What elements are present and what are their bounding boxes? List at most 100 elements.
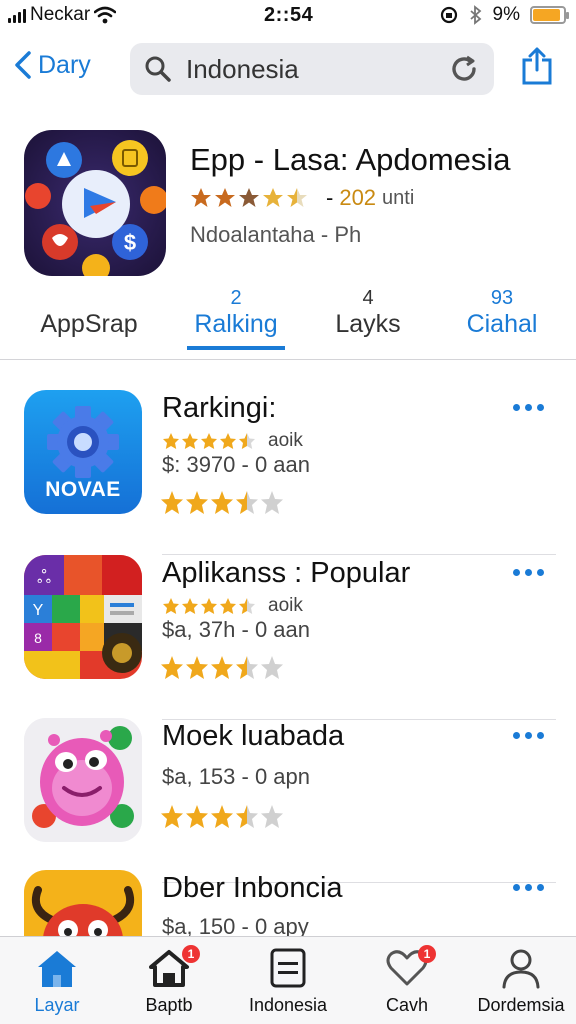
- app-big-rating: [160, 804, 288, 835]
- small-stars-icon: [163, 598, 255, 614]
- big-stars-icon: [161, 805, 283, 828]
- list-item[interactable]: Moek luabada $a, 153 - 0 apn: [0, 718, 576, 883]
- small-rating-label: aoik: [268, 595, 303, 616]
- tabbar-item-indonesia[interactable]: Indonesia: [233, 945, 343, 1016]
- tab-label: Ralking: [194, 310, 278, 338]
- svg-text:Y: Y: [33, 602, 44, 619]
- tabbar-item-dordemsia[interactable]: Dordemsia: [466, 945, 576, 1016]
- app-icon: ஃ Y 8: [24, 555, 142, 679]
- battery-fill: [533, 9, 560, 21]
- app-title: Aplikanss : Popular: [162, 557, 411, 589]
- tab-ralking[interactable]: 2 Ralking: [187, 287, 285, 350]
- more-options-icon[interactable]: [513, 569, 544, 576]
- tabbar-item-layar[interactable]: Layar: [2, 945, 112, 1016]
- tabbar-item-baptb[interactable]: 1 Baptb: [114, 945, 224, 1016]
- small-stars-icon: [163, 433, 255, 449]
- carrier-name: Neckar: [30, 4, 91, 25]
- notification-badge: 1: [182, 945, 200, 963]
- more-options-icon[interactable]: [513, 732, 544, 739]
- tab-number: 93: [490, 287, 514, 309]
- bluetooth-icon: [469, 5, 481, 25]
- search-icon: [145, 56, 171, 82]
- list-item[interactable]: ஃ Y 8 Aplikanss : Popular aoik $a, 37h -…: [0, 555, 576, 720]
- app-small-rating: aoik: [162, 430, 303, 452]
- app-price: $: 3970 - 0 aan: [162, 452, 311, 477]
- battery-icon: [530, 6, 569, 24]
- signal-icon: [8, 7, 26, 23]
- rating-count: 202: [339, 185, 377, 210]
- home-icon: [38, 951, 76, 987]
- tab-appsrap[interactable]: AppSrap: [36, 288, 142, 338]
- small-rating-label: aoik: [268, 430, 303, 451]
- tab-label: AppSrap: [40, 310, 138, 338]
- app-icon-label: NOVAE: [45, 478, 121, 501]
- more-options-icon[interactable]: [513, 404, 544, 411]
- multicolor-app-icon: $: [24, 130, 166, 276]
- share-icon[interactable]: [520, 46, 554, 86]
- tab-ciahal[interactable]: 93 Ciahal: [456, 288, 548, 338]
- tabbar-label: Indonesia: [248, 995, 328, 1015]
- chevron-left-icon: [15, 51, 31, 79]
- app-icon: NOVAE: [24, 390, 142, 514]
- star-rating-icon: [191, 188, 307, 207]
- app-icon: [24, 870, 142, 936]
- more-options-icon[interactable]: [513, 884, 544, 891]
- tabbar-label: Baptb: [145, 995, 193, 1015]
- status-bar: Neckar 2::54 9%: [0, 0, 576, 34]
- app-title: Moek luabada: [162, 720, 345, 752]
- notification-badge: 1: [418, 945, 436, 963]
- document-list-icon: [270, 948, 306, 988]
- tab-number: [36, 288, 142, 308]
- back-button[interactable]: Dary: [14, 50, 91, 80]
- status-left: Neckar: [8, 4, 117, 26]
- app-title: Rarkingi:: [162, 392, 277, 424]
- back-label: Dary: [38, 50, 91, 79]
- featured-app-title: Epp - Lasa: Apdomesia: [190, 142, 511, 177]
- rating-stars: [190, 187, 320, 209]
- tabbar-label: Dordemsia: [477, 995, 565, 1015]
- colorful-grid-app-icon: ஃ Y 8: [24, 555, 142, 679]
- orientation-lock-icon: [440, 6, 457, 24]
- app-big-rating: [160, 490, 288, 521]
- search-input[interactable]: Indonesia: [186, 54, 448, 85]
- tab-label: Layks: [335, 310, 401, 338]
- tab-label: Ciahal: [466, 310, 538, 338]
- featured-app-icon[interactable]: $: [24, 130, 166, 276]
- svg-text:ஃ: ஃ: [37, 567, 51, 587]
- status-time: 2::54: [264, 4, 314, 26]
- wifi-icon: [94, 6, 117, 24]
- featured-app-subtitle: Ndoalantaha - Ph: [190, 222, 362, 247]
- big-stars-icon: [161, 491, 283, 514]
- segmented-tabs: AppSrap 2 Ralking 4 Layks 93 Ciahal: [0, 288, 576, 360]
- tab-layks[interactable]: 4 Layks: [328, 288, 408, 338]
- bottom-tab-bar: Layar 1 Baptb Indonesia 1 Cavh Dordemsia: [0, 936, 576, 1024]
- app-icon: [24, 718, 142, 842]
- featured-app-rating: - 202 unti: [190, 185, 414, 211]
- pink-monster-app-icon: [24, 718, 142, 842]
- bull-character-app-icon: [24, 870, 142, 936]
- rating-unit: unti: [382, 186, 415, 209]
- tab-number: 2: [230, 287, 242, 309]
- tabbar-label: Layar: [34, 995, 80, 1015]
- rating-separator: -: [326, 185, 334, 210]
- app-price: $a, 153 - 0 apn: [162, 764, 311, 789]
- app-price: $a, 37h - 0 aan: [162, 617, 311, 642]
- app-small-rating: aoik: [162, 595, 303, 617]
- app-title: Dber Inboncia: [162, 872, 343, 904]
- refresh-icon[interactable]: [448, 53, 480, 85]
- status-right: 9%: [439, 4, 569, 26]
- navigation-bar: Dary Indonesia: [0, 40, 576, 100]
- battery-percent: 9%: [492, 4, 520, 25]
- person-icon: [502, 949, 540, 989]
- app-price: $a, 150 - 0 apy: [162, 914, 309, 936]
- search-field[interactable]: Indonesia: [130, 43, 494, 95]
- svg-text:8: 8: [34, 630, 42, 646]
- svg-text:$: $: [124, 230, 136, 255]
- app-big-rating: [160, 655, 288, 686]
- tab-number: 4: [362, 287, 374, 309]
- big-stars-icon: [161, 656, 283, 679]
- tabbar-item-cavh[interactable]: 1 Cavh: [352, 945, 462, 1016]
- list-item[interactable]: NOVAE Rarkingi: aoik $: 3970 - 0 aan: [0, 390, 576, 555]
- tabbar-label: Cavh: [385, 995, 429, 1015]
- list-item[interactable]: Dber Inboncia $a, 150 - 0 apy: [0, 870, 576, 936]
